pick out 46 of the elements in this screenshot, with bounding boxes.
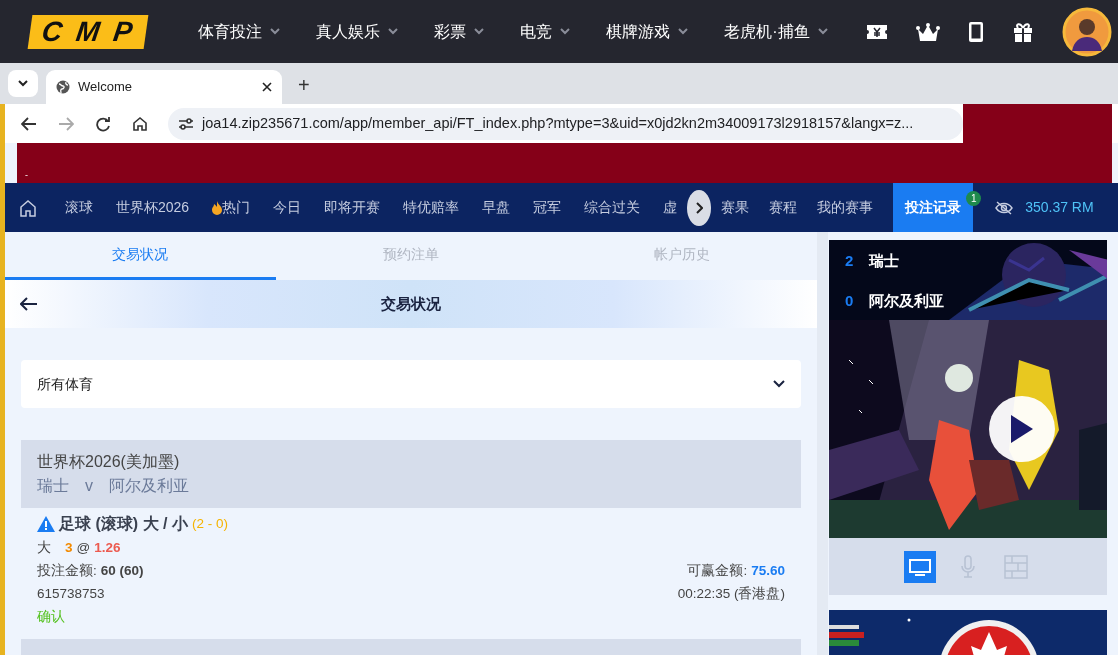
league-name: 世界杯2026(美加墨) [37,452,181,472]
nav-link[interactable]: 今日 [273,197,302,218]
status-text: 确认 [37,608,66,627]
nav-link[interactable]: 冠军 [533,197,562,218]
nav-link[interactable]: 热门 [212,197,251,218]
tab-title: Welcome [78,78,133,97]
team-name: 阿尔及利亚 [109,476,189,496]
nav-link[interactable]: 虚 [663,197,678,218]
line-value: 3 [65,539,73,558]
page-title: 交易状况 [381,293,441,314]
stake-value: 60 (60) [100,563,144,579]
odds-value: 1.26 [94,539,121,558]
menu-item[interactable]: 老虎机·捕鱼 [724,19,828,44]
sport-dropdown[interactable]: 所有体育 [21,360,801,408]
menu-item[interactable]: 体育投注 [198,19,281,44]
ticket-number: 615738753 [37,585,105,604]
stake-label: 投注金额: [37,563,97,579]
nav-link[interactable]: 综合过关 [584,197,641,218]
url-text: joa14.zip235671.com/app/member_api/FT_index.php?mtype=3&uid=x0jd2kn2m34009173l2918157&langx=z... [202,113,914,133]
logo[interactable]: CMP [27,14,149,49]
nav-link[interactable]: 特优赔率 [403,197,460,218]
menu-item[interactable]: 真人娱乐 [316,19,399,44]
selection-text: 大 [37,539,51,558]
versus-text: v [85,476,93,496]
score-text: (2 - 0) [191,514,228,533]
nav-link[interactable]: 滚球 [65,197,93,218]
win-value: 75.60 [751,563,785,579]
menu-item[interactable]: 彩票 [434,19,485,44]
team-name: 瑞士 [37,476,69,496]
bet-title: 足球 (滚球) 大 / 小 [59,514,188,534]
balance-text: 350.37 RM [1025,198,1094,217]
menu-item[interactable]: 电竞 [520,19,571,44]
nav-link[interactable]: 赛果 [721,197,750,218]
nav-link[interactable]: 赛程 [769,197,798,218]
address-field[interactable]: joa14.zip235671.com/app/member_api/FT_index.php?mtype=3&uid=x0jd2kn2m34009173l2918157&langx=z... [168,107,963,140]
at-sign: @ [76,539,91,558]
nav-link[interactable]: 早盘 [482,197,511,218]
browser-tab[interactable]: Welcome [46,70,282,104]
nav-link[interactable]: 我的赛事 [817,197,874,218]
banner-text: - [25,170,28,180]
nav-link[interactable]: 即将开赛 [324,197,381,218]
new-tab-button[interactable]: + [298,70,310,100]
win-label: 可赢金额: [687,563,748,579]
menu-item[interactable]: 棋牌游戏 [606,19,689,44]
bet-time: 00:22:35 (香港盘) [677,585,785,604]
nav-link[interactable]: 世界杯2026 [116,197,190,218]
